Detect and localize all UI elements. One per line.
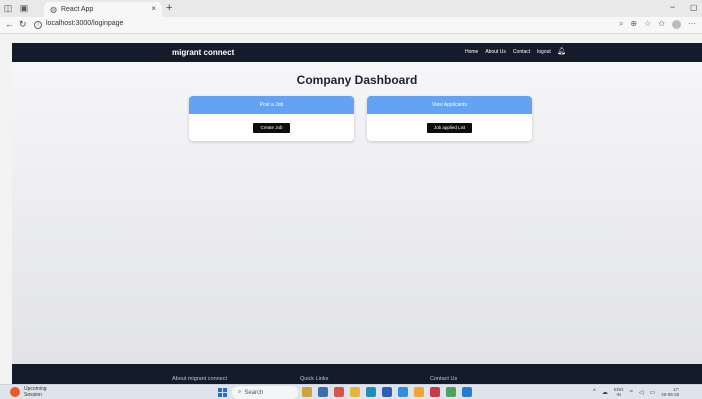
tab-title: React App	[60, 6, 94, 13]
taskbar-apps	[302, 387, 472, 397]
search-icon: ⌕	[238, 389, 242, 395]
nav-link-logout[interactable]: logout	[537, 49, 551, 55]
url-field[interactable]: localhost:3000/loginpage	[46, 20, 123, 27]
battery-icon[interactable]: ▭	[650, 389, 656, 396]
footer-quick-links: Quick Links	[300, 376, 329, 382]
system-tray: ^ ☁ ENG IN ≈ ◁ ▭ 17: 20-05-20	[593, 387, 679, 397]
footer-contact: Contact Us	[430, 376, 458, 382]
globe-icon: ◍	[50, 5, 57, 14]
clock[interactable]: 17: 20-05-20	[661, 387, 679, 397]
nav-link-contact[interactable]: Contact	[513, 49, 530, 55]
cloud-icon[interactable]: ☁	[602, 389, 608, 396]
browser-tab-strip: ◫ ▣ ◍ React App × + − ▢	[0, 0, 702, 17]
taskbar-search[interactable]: ⌕ Search	[232, 386, 298, 399]
address-bar-actions: ⌕ ⊕ ☆ ✩ ⋯	[619, 19, 696, 29]
card-header: View Applicants	[367, 96, 532, 114]
weather-widget[interactable]: Upcoming Session	[24, 386, 47, 398]
page-title: Company Dashboard	[296, 73, 418, 87]
red-app-icon[interactable]	[430, 387, 440, 397]
address-bar: ← ↻ i localhost:3000/loginpage ⌕ ⊕ ☆ ✩ ⋯	[0, 17, 702, 34]
photos-app-icon[interactable]	[334, 387, 344, 397]
dashboard-main: Company Dashboard Post a Job Create Job …	[12, 62, 702, 364]
card-body: Create Job	[189, 114, 354, 141]
os-taskbar: Upcoming Session ⌕ Search ^ ☁ ENG IN ≈ ◁…	[0, 384, 702, 399]
weather-icon[interactable]	[10, 387, 20, 397]
widget-app-icon[interactable]	[302, 387, 312, 397]
maximize-button[interactable]: ▢	[690, 3, 698, 12]
brand-logo[interactable]: migrant connect	[172, 48, 234, 57]
zoom-icon[interactable]: ⊕	[630, 19, 637, 29]
clock-date: 20-05-20	[661, 392, 680, 397]
search-page-icon[interactable]: ⌕	[619, 19, 623, 29]
start-windows-icon[interactable]	[218, 388, 227, 397]
minimize-button[interactable]: −	[670, 2, 675, 12]
search-label: Search	[244, 389, 264, 396]
file-app-icon[interactable]	[318, 387, 328, 397]
favorites-icon[interactable]: ✩	[658, 19, 665, 29]
create-job-button[interactable]: Create Job	[253, 122, 290, 133]
close-tab-icon[interactable]: ×	[151, 4, 156, 13]
page-footer: About migrant connect Quick Links Contac…	[12, 364, 702, 384]
new-tab-button[interactable]: +	[166, 2, 172, 14]
profile-avatar-icon[interactable]	[672, 20, 681, 29]
more-options-icon[interactable]: ⋯	[688, 19, 696, 29]
workspaces-icon[interactable]: ◫	[0, 0, 16, 17]
card-body: Job applied List	[367, 114, 532, 141]
browser-tab[interactable]: ◍ React App ×	[44, 2, 162, 17]
job-applied-list-button[interactable]: Job applied List	[426, 122, 473, 133]
mail-app-icon[interactable]	[398, 387, 408, 397]
back-arrow-icon[interactable]: ←	[5, 19, 14, 29]
weather-line-2: Session	[24, 392, 42, 398]
view-applicants-card: View Applicants Job applied List	[367, 96, 532, 141]
favorite-star-icon[interactable]: ☆	[644, 19, 651, 29]
bell-icon[interactable]: 🔔︎	[557, 47, 566, 55]
nav-link-about-us[interactable]: About Us	[485, 49, 506, 55]
vscode-app-icon[interactable]	[462, 387, 472, 397]
lang-region: IN	[616, 392, 621, 397]
nav-links: Home About Us Contact logout	[465, 49, 551, 55]
tab-actions-icon[interactable]: ▣	[16, 0, 32, 17]
site-info-icon[interactable]: i	[34, 21, 42, 29]
folder-app-icon[interactable]	[350, 387, 360, 397]
chevron-up-icon[interactable]: ^	[593, 389, 596, 395]
green-app-icon[interactable]	[446, 387, 456, 397]
footer-about: About migrant connect	[172, 376, 228, 382]
reload-icon[interactable]: ↻	[19, 19, 27, 30]
edge-app-icon[interactable]	[366, 387, 376, 397]
language-indicator[interactable]: ENG IN	[614, 387, 624, 397]
wifi-icon[interactable]: ≈	[630, 389, 633, 395]
volume-icon[interactable]: ◁	[639, 389, 644, 396]
nav-link-home[interactable]: Home	[465, 49, 478, 55]
chrome-app-icon[interactable]	[414, 387, 424, 397]
app-navbar: migrant connect Home About Us Contact lo…	[12, 43, 702, 62]
post-job-card: Post a Job Create Job	[189, 96, 354, 141]
card-header: Post a Job	[189, 96, 354, 114]
store-app-icon[interactable]	[382, 387, 392, 397]
